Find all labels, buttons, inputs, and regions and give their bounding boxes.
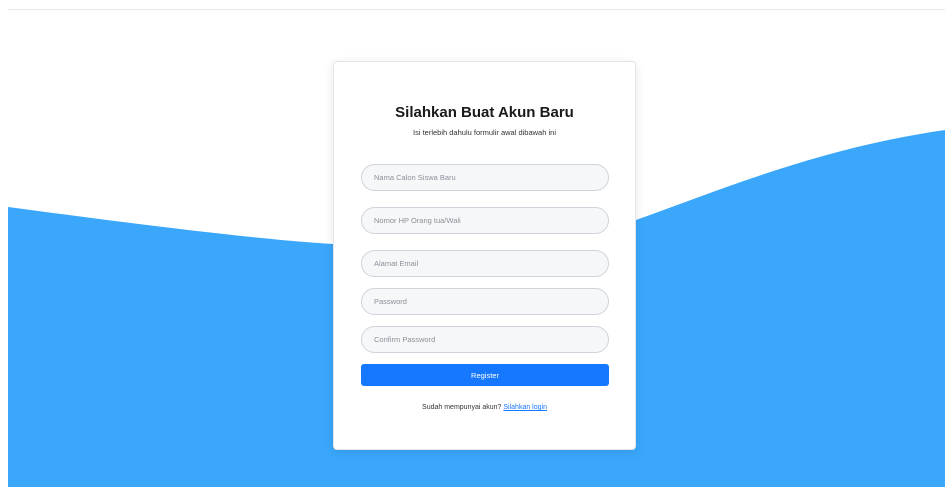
student-name-input[interactable] xyxy=(361,164,609,191)
register-card: Silahkan Buat Akun Baru Isi terlebih dah… xyxy=(333,61,636,450)
register-button[interactable]: Register xyxy=(361,364,609,386)
login-prompt-text: Sudah mempunyai akun? xyxy=(422,404,502,411)
confirm-password-input[interactable] xyxy=(361,326,609,353)
parent-phone-input[interactable] xyxy=(361,207,609,234)
login-link[interactable]: Silahkan login xyxy=(503,404,547,411)
login-prompt-line: Sudah mempunyai akun? Silahkan login xyxy=(334,404,635,411)
form-title: Silahkan Buat Akun Baru xyxy=(395,104,574,121)
password-input[interactable] xyxy=(361,288,609,315)
page: Silahkan Buat Akun Baru Isi terlebih dah… xyxy=(0,0,945,487)
email-input[interactable] xyxy=(361,250,609,277)
form-subtitle: Isi terlebih dahulu formulir awal dibawa… xyxy=(413,128,556,137)
